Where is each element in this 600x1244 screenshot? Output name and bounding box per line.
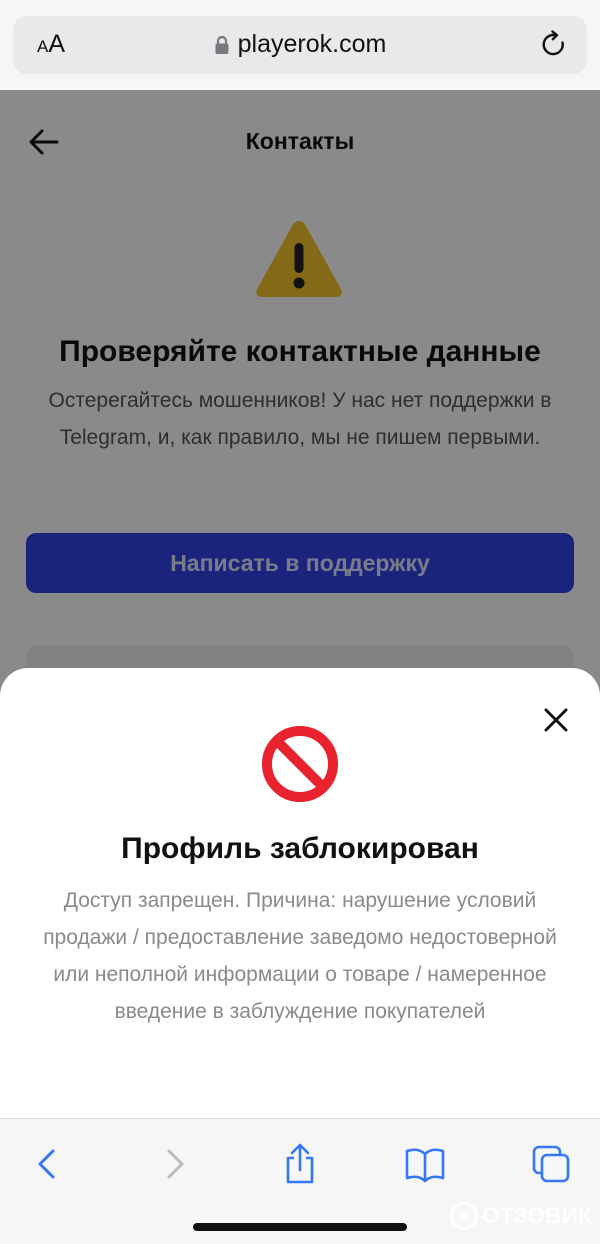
blocked-profile-modal: Профиль заблокирован Доступ запрещен. Пр…	[0, 668, 600, 1120]
watermark-logo-icon	[450, 1202, 479, 1230]
browser-top-bar: AA playerok.com	[0, 0, 600, 90]
watermark-text: ОТЗОВИК	[482, 1203, 592, 1228]
modal-title: Профиль заблокирован	[121, 832, 479, 865]
browser-toolbar: ОТЗОВИК	[0, 1118, 600, 1244]
tabs-icon[interactable]	[530, 1143, 572, 1185]
back-icon[interactable]	[26, 1143, 68, 1185]
reload-icon[interactable]	[539, 30, 569, 60]
forward-icon[interactable]	[154, 1143, 196, 1185]
share-icon[interactable]	[279, 1143, 321, 1185]
url-text: playerok.com	[237, 30, 387, 58]
modal-reason-text: Доступ запрещен. Причина: нарушение усло…	[43, 889, 557, 1023]
bookmarks-icon[interactable]	[404, 1143, 446, 1185]
home-indicator[interactable]	[193, 1223, 407, 1231]
address-bar[interactable]: AA playerok.com	[13, 16, 587, 74]
close-icon[interactable]	[542, 706, 570, 734]
prohibited-icon	[262, 726, 338, 802]
url-container: playerok.com	[13, 30, 587, 59]
otzovik-watermark: ОТЗОВИК	[450, 1199, 592, 1233]
lock-icon	[215, 35, 229, 54]
